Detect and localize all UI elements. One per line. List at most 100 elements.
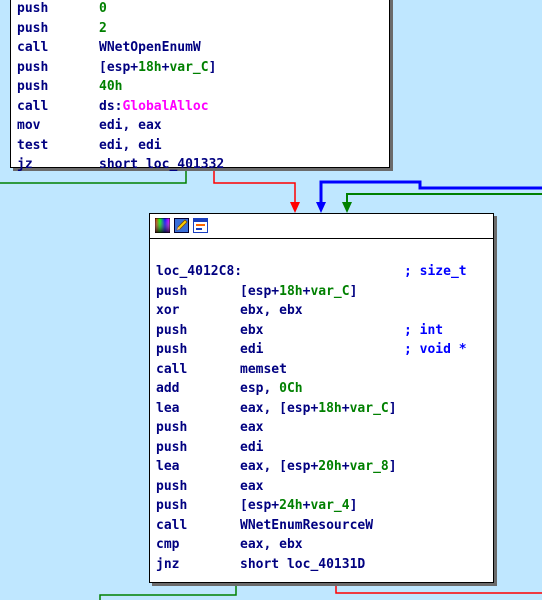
operand-text: ]	[349, 283, 358, 299]
operand-text: ds:	[99, 98, 123, 114]
block-label: loc_4012C8:	[156, 264, 243, 279]
code-line[interactable]: push ebx ; int	[156, 321, 489, 341]
code-line[interactable]: call WNetEnumResourceW	[156, 516, 489, 536]
numeric-literal: 40h	[99, 79, 123, 94]
mnemonic: call	[17, 98, 49, 114]
code-block-loc_4012C8[interactable]: loc_4012C8:; size_t push [esp+18h+var_C] xo…	[149, 213, 494, 583]
edge-incoming-arrow	[342, 202, 352, 213]
operands: eax, [esp+20h+var_8]	[240, 457, 397, 477]
operand-text: short loc_40131D	[240, 556, 366, 572]
code-line[interactable]: call ds:GlobalAlloc	[17, 97, 385, 117]
mnemonic: add	[156, 381, 180, 396]
code-line[interactable]: push [esp+24h+var_4]	[156, 496, 489, 516]
code-line[interactable]: push [esp+18h+var_C]	[17, 58, 385, 78]
block-label-line[interactable]: loc_4012C8: ; size_t	[156, 262, 489, 282]
operands: ebx	[240, 321, 263, 341]
code-line[interactable]: push eax	[156, 418, 489, 438]
operand-text: edi	[240, 439, 264, 455]
operand-text: eax, [esp+	[240, 400, 319, 416]
mnemonic: call	[156, 361, 188, 377]
edge-top-taken-arrow	[290, 202, 300, 213]
code-block-top[interactable]: push 0 push 2 call WNetOpenEnumW push [esp+18h+…	[10, 0, 390, 172]
edit-pencil-icon[interactable]	[174, 218, 189, 233]
operands: short loc_40131D	[240, 555, 365, 575]
code-line[interactable]: xor ebx, ebx	[156, 301, 489, 321]
operand-text: edi	[240, 342, 264, 357]
code-line[interactable]: push 2	[17, 19, 385, 39]
numeric-literal: 18h	[138, 59, 162, 75]
code-line[interactable]: call memset	[156, 360, 489, 380]
edge-back-loop-arrow	[316, 202, 326, 213]
code-line[interactable]: cmp eax, ebx	[156, 535, 489, 555]
stack-variable: var_C	[169, 59, 209, 75]
code-line[interactable]: push edi ; void *	[156, 340, 489, 360]
mnemonic: call	[17, 40, 49, 55]
code-line[interactable]: jnz short loc_40131D	[156, 555, 489, 575]
operand-text: short loc_401332	[99, 157, 225, 172]
operands: [esp+24h+var_4]	[240, 496, 357, 516]
operand-text: edi, edi	[99, 137, 162, 153]
operands: edi	[240, 438, 263, 458]
operands: WNetOpenEnumW	[99, 38, 201, 58]
operand-text: ]	[208, 59, 217, 75]
color-palette-icon[interactable]	[155, 218, 170, 233]
stack-variable: var_4	[310, 498, 350, 513]
operand-text: ]	[349, 498, 358, 513]
operands: edi	[240, 340, 263, 360]
mnemonic: push	[17, 79, 49, 94]
operand-text: eax, ebx	[240, 537, 303, 552]
numeric-literal: 20h	[318, 459, 342, 474]
mnemonic: push	[156, 478, 188, 494]
mnemonic: push	[17, 20, 49, 36]
operand-text: WNetEnumResourceW	[240, 517, 374, 533]
operand-text: eax, [esp+	[240, 459, 319, 474]
code-line[interactable]: push edi	[156, 438, 489, 458]
operand-text: [esp+	[99, 59, 139, 75]
mnemonic: push	[156, 283, 188, 299]
code-line[interactable]: push [esp+18h+var_C]	[156, 282, 489, 302]
numeric-literal: 0Ch	[279, 381, 303, 396]
operands: [esp+18h+var_C]	[99, 58, 216, 78]
code-line[interactable]: push 0	[17, 0, 385, 19]
code-line[interactable]: mov edi, eax	[17, 116, 385, 136]
code-line[interactable]: jz short loc_401332	[17, 155, 385, 175]
operand-text: memset	[240, 361, 287, 377]
graph-view-icon[interactable]	[193, 218, 208, 233]
operands: esp, 0Ch	[240, 379, 303, 399]
code-line[interactable]: add esp, 0Ch	[156, 379, 489, 399]
operand-text: ebx	[240, 322, 264, 338]
edge-main-false	[99, 583, 237, 600]
mnemonic: push	[17, 1, 49, 16]
mnemonic: mov	[17, 118, 41, 133]
code-line[interactable]: push 40h	[17, 77, 385, 97]
operand-text: WNetOpenEnumW	[99, 40, 201, 55]
operands: memset	[240, 360, 287, 380]
operand-text: ]	[388, 400, 397, 416]
code-line[interactable]: lea eax, [esp+18h+var_C]	[156, 399, 489, 419]
code-line[interactable]: test edi, edi	[17, 136, 385, 156]
operand-text: +	[341, 459, 350, 474]
operands: edi, edi	[99, 136, 162, 156]
operands: eax	[240, 418, 263, 438]
code-line[interactable]: call WNetOpenEnumW	[17, 38, 385, 58]
operand-text: ]	[388, 459, 397, 474]
operands: eax, ebx	[240, 535, 303, 555]
operands: short loc_401332	[99, 155, 224, 175]
code-line[interactable]: push eax	[156, 477, 489, 497]
mnemonic: lea	[156, 459, 180, 474]
operands: WNetEnumResourceW	[240, 516, 373, 536]
code-line[interactable]: lea eax, [esp+20h+var_8]	[156, 457, 489, 477]
import-name: GlobalAlloc	[122, 98, 209, 114]
comment: ; int	[404, 322, 444, 338]
mnemonic: push	[156, 342, 188, 357]
comment: ; void *	[404, 342, 467, 357]
block-toolbar	[150, 214, 493, 239]
edge-back-loop	[319, 180, 542, 203]
operands: [esp+18h+var_C]	[240, 282, 357, 302]
operands: ebx, ebx	[240, 301, 303, 321]
operand-text: [esp+	[240, 283, 280, 299]
stack-variable: var_8	[349, 459, 389, 474]
stack-variable: var_C	[349, 400, 389, 416]
mnemonic: push	[156, 439, 188, 455]
mnemonic: xor	[156, 303, 180, 318]
